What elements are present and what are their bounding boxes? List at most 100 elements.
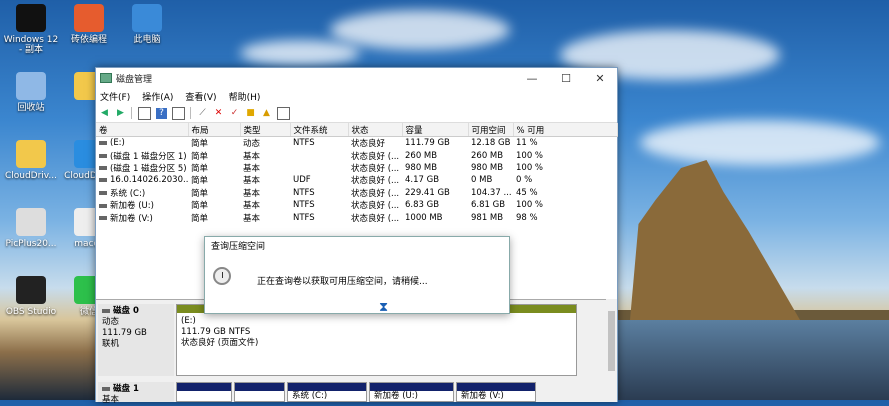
title-bar[interactable]: 磁盘管理 — ☐ ✕ [96, 68, 617, 88]
desktop-app-icon [16, 72, 46, 100]
table-cell: 100 % [516, 200, 544, 211]
vertical-scrollbar[interactable] [606, 299, 617, 401]
table-cell: 状态良好 (... [351, 163, 400, 174]
volume-name: 16.0.14026.2030... [110, 175, 188, 186]
table-cell: 状态良好 [351, 139, 386, 150]
table-cell: 简单 [191, 201, 209, 212]
menu-help[interactable]: 帮助(H) [229, 90, 261, 103]
table-row[interactable]: 16.0.14026.2030... 简单 基本 UDF 状态良好 (... 4.17 G… [96, 174, 617, 186]
disk0-partition-e[interactable]: (E:) 111.79 GB NTFS 状态良好 (页面文件) [176, 304, 577, 376]
view-icon[interactable] [277, 106, 290, 120]
table-cell: 0 MB [471, 175, 493, 186]
desktop-icon[interactable]: OBS Studio [2, 276, 60, 317]
disk1-label[interactable]: 磁盘 1 基本 [98, 382, 174, 405]
scrollbar-thumb[interactable] [608, 311, 615, 371]
check-icon[interactable]: ✓ [229, 108, 240, 119]
new-icon[interactable]: ▲ [261, 108, 272, 119]
table-cell: NTFS [293, 138, 315, 149]
table-row[interactable]: (E:) 简单 动态 NTFS 状态良好 111.79 GB 12.18 GB 11 % [96, 137, 617, 150]
toolbar: ◀ ▶ ? ⟋ ✕ ✓ ■ ▲ [96, 104, 617, 123]
table-cell: 104.37 ... [471, 187, 512, 198]
back-arrow-icon[interactable]: ◀ [99, 108, 110, 119]
partition-color-bar [288, 383, 366, 391]
disk0-size: 111.79 GB [102, 328, 147, 338]
disk0-type: 动态 [102, 317, 120, 327]
desktop-icon[interactable]: CloudDriv... [2, 140, 60, 181]
disk0-label[interactable]: 磁盘 0 动态 111.79 GB 联机 [98, 304, 174, 376]
table-cell: 98 % [516, 212, 538, 223]
disk-icon [102, 308, 110, 313]
close-button[interactable]: ✕ [583, 72, 617, 85]
table-row[interactable]: 新加卷 (V:) 简单 基本 NTFS 状态良好 (... 1000 MB 981 MB 98… [96, 211, 617, 224]
volume-name-cell: (磁盘 1 磁盘分区 1) [96, 149, 188, 162]
table-cell: 基本 [243, 188, 261, 199]
col-free-space[interactable]: 可用空间 [468, 123, 514, 137]
col-percent-free[interactable]: % 可用 [513, 123, 618, 137]
disk1-partition[interactable]: 系统 (C:) [287, 382, 367, 402]
disk1-partition[interactable]: 新加卷 (V:) [456, 382, 536, 402]
table-row[interactable]: (磁盘 1 磁盘分区 1) 简单 基本 状态良好 (... 260 MB 260 MB 10… [96, 149, 617, 162]
table-cell [290, 162, 348, 174]
disk1-partition[interactable] [234, 382, 285, 402]
table-cell: 11 % [516, 138, 538, 149]
volume-icon [99, 216, 107, 221]
col-status[interactable]: 状态 [348, 123, 403, 137]
table-row[interactable]: 系统 (C:) 简单 基本 NTFS 状态良好 (... 229.41 GB 104.37 … [96, 187, 617, 199]
partition-color-bar [457, 383, 535, 391]
col-capacity[interactable]: 容量 [402, 123, 469, 137]
delete-icon[interactable]: ✕ [213, 108, 224, 119]
show-hide-console-icon[interactable] [138, 106, 151, 120]
volume-name-cell: (磁盘 1 磁盘分区 5) [96, 162, 188, 174]
table-cell: 260 MB [471, 150, 504, 161]
volume-name-cell: 16.0.14026.2030... [96, 174, 188, 186]
table-cell: 6.83 GB [405, 200, 440, 211]
table-row[interactable]: (磁盘 1 磁盘分区 5) 简单 基本 状态良好 (... 980 MB 980 MB 10… [96, 162, 617, 174]
table-cell: 状态良好 (... [351, 176, 400, 187]
dialog-message: 正在查询卷以获取可用压缩空间，请稍候... [257, 277, 428, 287]
desktop-icon[interactable]: 此电脑 [118, 4, 176, 45]
connect-disk-icon[interactable]: ⟋ [197, 108, 208, 119]
col-layout[interactable]: 布局 [188, 123, 241, 137]
table-cell: 981 MB [471, 212, 504, 223]
table-cell: 100 % [516, 162, 544, 173]
partition-color-bar [370, 383, 453, 391]
desktop-icon-label: Windows 12 [3, 35, 59, 45]
table-cell: 4.17 GB [405, 175, 440, 186]
desktop-icon[interactable]: Windows 12- 副本 [2, 4, 60, 55]
desktop-icon[interactable]: PicPlus20... [2, 208, 60, 249]
table-cell [290, 149, 348, 161]
disk-icon [102, 386, 110, 391]
disk1-partition[interactable]: 新加卷 (U:) [369, 382, 454, 402]
toolbar-separator [190, 107, 191, 119]
partition-label: 新加卷 (V:) [461, 391, 504, 401]
table-cell: 980 MB [471, 162, 504, 173]
app-icon [100, 73, 112, 83]
menu-file[interactable]: 文件(F) [100, 90, 130, 103]
desktop-icon[interactable]: 砖依编程 [60, 4, 118, 45]
table-cell: 229.41 GB [405, 187, 450, 198]
disk1-partition[interactable] [176, 382, 232, 402]
properties-icon[interactable] [172, 106, 185, 120]
query-shrink-dialog: 查询压缩空间 正在查询卷以获取可用压缩空间，请稍候... [204, 236, 510, 314]
minimize-button[interactable]: — [515, 72, 549, 85]
forward-arrow-icon[interactable]: ▶ [115, 108, 126, 119]
menu-view[interactable]: 查看(V) [185, 90, 216, 103]
table-cell: 基本 [243, 163, 261, 174]
desktop-icon[interactable]: 回收站 [2, 72, 60, 113]
wallpaper-cloud [640, 120, 880, 165]
menu-action[interactable]: 操作(A) [142, 90, 173, 103]
folder-icon[interactable]: ■ [245, 108, 256, 119]
help-icon[interactable]: ? [156, 107, 167, 119]
col-type[interactable]: 类型 [240, 123, 291, 137]
menu-bar: 文件(F) 操作(A) 查看(V) 帮助(H) [96, 88, 617, 104]
col-volume[interactable]: 卷 [96, 123, 189, 137]
volume-icon [99, 140, 107, 145]
maximize-button[interactable]: ☐ [549, 72, 583, 85]
volume-name: (磁盘 1 磁盘分区 5) [110, 163, 187, 174]
table-cell: 简单 [191, 139, 209, 150]
table-cell: 基本 [243, 176, 261, 187]
table-cell: 基本 [243, 151, 261, 162]
col-filesystem[interactable]: 文件系统 [290, 123, 349, 137]
table-row[interactable]: 新加卷 (U:) 简单 基本 NTFS 状态良好 (... 6.83 GB 6.81 GB 1… [96, 199, 617, 211]
table-cell: 45 % [516, 187, 538, 198]
